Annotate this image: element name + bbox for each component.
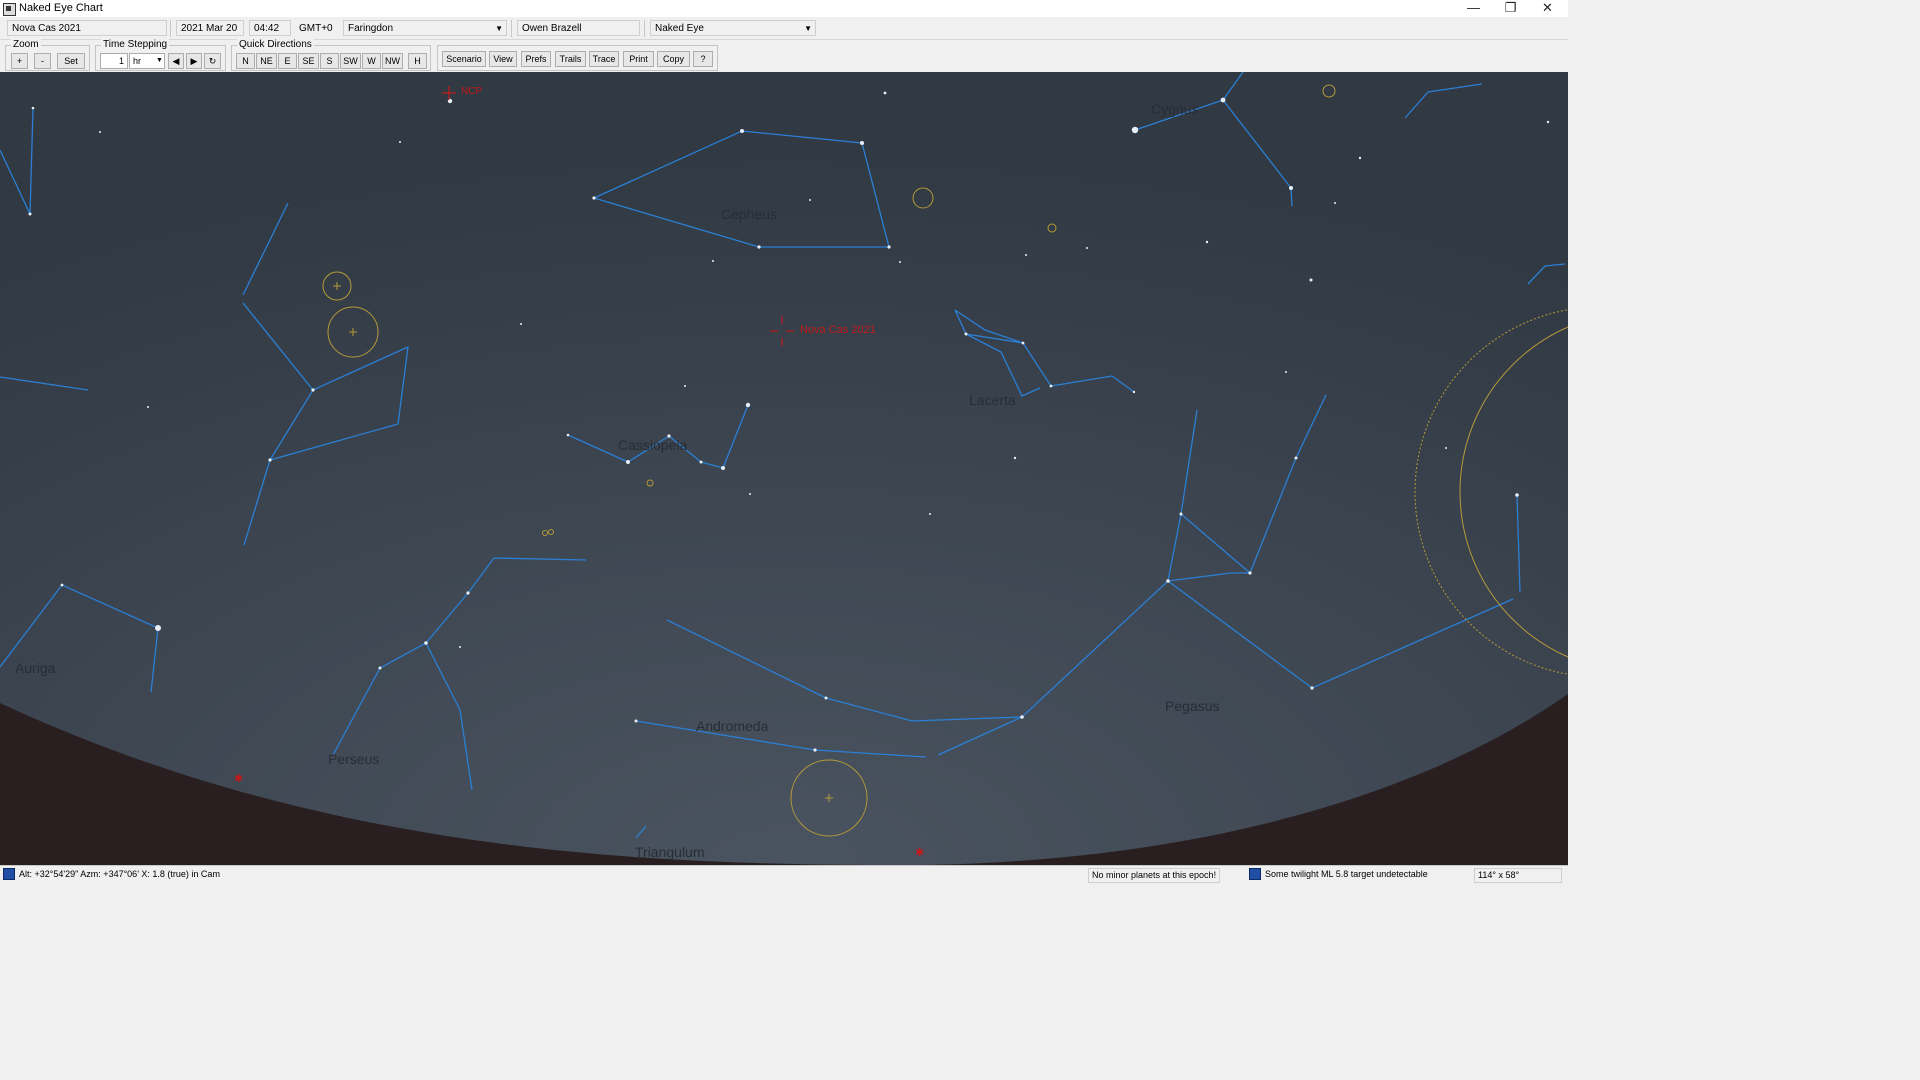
scenario-name-field[interactable]: Nova Cas 2021	[7, 20, 167, 36]
horizon-button[interactable]: H	[408, 53, 427, 69]
main-toolbar: Zoom + - Set Time Stepping 1 hr ▼ ◀ ▶ ↻ …	[0, 39, 1568, 72]
step-forward-button[interactable]: ▶	[186, 53, 202, 69]
timezone-label: GMT+0	[294, 20, 338, 36]
step-back-button[interactable]: ◀	[168, 53, 184, 69]
dir-se-button[interactable]: SE	[298, 53, 319, 69]
pegasus-label: Pegasus	[1165, 698, 1220, 714]
perseus-label: Perseus	[328, 751, 380, 767]
app-icon	[3, 3, 16, 16]
dir-s-button[interactable]: S	[320, 53, 339, 69]
time-stepping-group: Time Stepping 1 hr ▼ ◀ ▶ ↻	[95, 39, 226, 71]
lacerta-label: Lacerta	[969, 392, 1016, 408]
twilight-status: Some twilight ML 5.8 target undetectable	[1265, 869, 1428, 879]
help-button[interactable]: ?	[693, 51, 713, 67]
actions-group: Scenario View Prefs Trails Trace Print C…	[437, 45, 718, 71]
horizon-marker: ✱	[915, 847, 924, 859]
observer-field[interactable]: Owen Brazell	[517, 20, 640, 36]
time-stepping-label: Time Stepping	[101, 39, 170, 51]
chevron-down-icon: ▼	[156, 57, 163, 64]
view-mode-select[interactable]: Naked Eye	[650, 20, 816, 37]
status-icon	[1249, 868, 1261, 880]
window-title: Naked Eye Chart	[19, 2, 103, 14]
zoom-label: Zoom	[11, 39, 41, 51]
zoom-set-button[interactable]: Set	[57, 53, 85, 69]
quick-directions-label: Quick Directions	[237, 39, 314, 51]
sky-canvas[interactable]: ✱ ✱	[0, 72, 1568, 865]
prefs-button[interactable]: Prefs	[521, 51, 551, 67]
dir-e-button[interactable]: E	[278, 53, 297, 69]
status-icon	[3, 868, 15, 880]
divider	[511, 20, 512, 37]
cassiopeia-label: Cassiopeia	[618, 437, 688, 453]
dir-n-button[interactable]: N	[236, 53, 255, 69]
scenario-button[interactable]: Scenario	[442, 51, 486, 67]
trace-button[interactable]: Trace	[589, 51, 619, 67]
trails-button[interactable]: Trails	[555, 51, 586, 67]
quick-directions-group: Quick Directions N NE E SE S SW W NW H	[231, 39, 431, 71]
reset-time-button[interactable]: ↻	[204, 53, 221, 69]
time-step-amount-input[interactable]: 1	[100, 53, 128, 69]
triangulum-label: Triangulum	[635, 844, 705, 860]
field-of-view-readout: 114° x 58°	[1474, 868, 1562, 883]
title-bar: Naked Eye Chart — ❐ ✕	[0, 0, 1568, 17]
restore-button[interactable]: ❐	[1492, 0, 1529, 17]
minimize-button[interactable]: —	[1455, 0, 1492, 17]
auriga-label: Auriga	[15, 660, 56, 676]
cepheus-label: Cepheus	[721, 206, 778, 222]
divider	[644, 20, 645, 37]
zoom-in-button[interactable]: +	[11, 53, 28, 69]
scenario-bar: Nova Cas 2021 2021 Mar 20 04:42 GMT+0 Fa…	[0, 17, 1568, 40]
date-field[interactable]: 2021 Mar 20	[176, 20, 244, 36]
divider	[170, 20, 171, 37]
status-bar: Alt: +32°54'29" Azm: +347°06' X: 1.8 (tr…	[0, 865, 1568, 883]
dir-sw-button[interactable]: SW	[340, 53, 361, 69]
copy-button[interactable]: Copy	[657, 51, 690, 67]
view-button[interactable]: View	[489, 51, 517, 67]
ncp-label: NCP	[461, 86, 483, 97]
cygnus-label: Cygnus	[1151, 101, 1199, 117]
time-field[interactable]: 04:42	[249, 20, 291, 36]
zoom-group: Zoom + - Set	[5, 39, 90, 71]
horizon-marker: ✱	[234, 773, 243, 785]
nova-label[interactable]: Nova Cas 2021	[800, 324, 876, 336]
location-select[interactable]: Faringdon	[343, 20, 507, 37]
minor-planets-status: No minor planets at this epoch!	[1088, 868, 1221, 883]
zoom-out-button[interactable]: -	[34, 53, 51, 69]
print-button[interactable]: Print	[623, 51, 654, 67]
dir-nw-button[interactable]: NW	[382, 53, 403, 69]
cursor-position-readout: Alt: +32°54'29" Azm: +347°06' X: 1.8 (tr…	[19, 869, 220, 879]
sky-background	[0, 72, 1568, 865]
dir-ne-button[interactable]: NE	[256, 53, 277, 69]
close-button[interactable]: ✕	[1529, 0, 1566, 17]
dir-w-button[interactable]: W	[362, 53, 381, 69]
andromeda-label: Andromeda	[696, 718, 769, 734]
sky-chart[interactable]: ✱ ✱ NCP Nova Cas 2021 Cepheus Cassiopeia…	[0, 72, 1568, 865]
